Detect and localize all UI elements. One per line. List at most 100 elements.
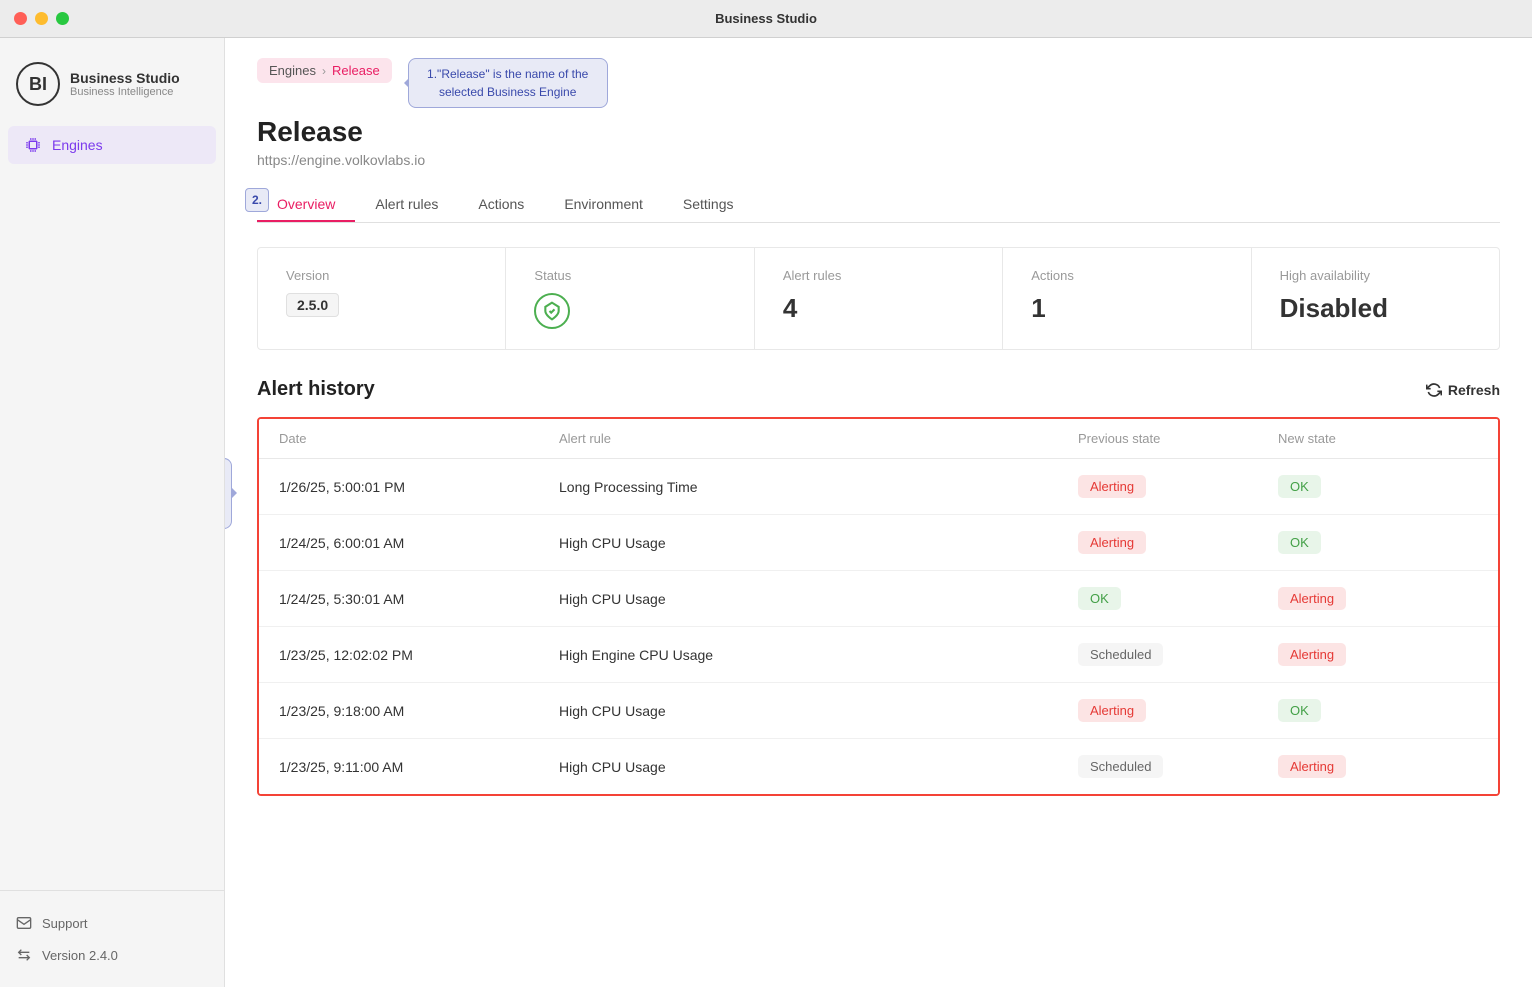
cell-new-state: Alerting [1278, 755, 1478, 778]
cell-previous-state: Alerting [1078, 531, 1278, 554]
chip-icon [24, 136, 42, 154]
badge-ok: OK [1278, 475, 1321, 498]
cell-date: 1/23/25, 9:11:00 AM [279, 759, 559, 775]
tab-overview[interactable]: Overview [257, 188, 355, 222]
cell-alert-rule: High CPU Usage [559, 703, 1078, 719]
stats-row: Version 2.5.0 Status Alert rules 4 Actio… [257, 247, 1500, 350]
maximize-button[interactable] [56, 12, 69, 25]
stat-status-label: Status [534, 268, 725, 283]
cell-previous-state: Scheduled [1078, 643, 1278, 666]
cell-new-state: Alerting [1278, 587, 1478, 610]
badge-scheduled: Scheduled [1078, 643, 1163, 666]
close-button[interactable] [14, 12, 27, 25]
cell-date: 1/23/25, 9:18:00 AM [279, 703, 559, 719]
col-previous-state: Previous state [1078, 431, 1278, 446]
support-label: Support [42, 916, 88, 931]
cell-previous-state: Scheduled [1078, 755, 1278, 778]
stat-actions-label: Actions [1031, 268, 1222, 283]
cell-date: 1/23/25, 12:02:02 PM [279, 647, 559, 663]
refresh-label: Refresh [1448, 382, 1500, 398]
cell-new-state: OK [1278, 699, 1478, 722]
stat-alert-rules-label: Alert rules [783, 268, 974, 283]
alert-table: Date Alert rule Previous state New state… [257, 417, 1500, 796]
annotation-3: 3.Alert history for all alert rules of t… [225, 458, 232, 529]
stat-version: Version 2.5.0 [258, 248, 506, 349]
cell-new-state: Alerting [1278, 643, 1478, 666]
logo-text: Business Studio Business Intelligence [70, 70, 180, 98]
sidebar-footer: Support Version 2.4.0 [0, 890, 224, 987]
tooltip-bubble: 1."Release" is the name of the selected … [408, 58, 608, 108]
status-ok-icon [534, 293, 570, 329]
breadcrumb: Engines › Release [257, 58, 392, 83]
sidebar: BI Business Studio Business Intelligence… [0, 38, 225, 987]
version-label: Version 2.4.0 [42, 948, 118, 963]
table-row: 1/24/25, 5:30:01 AM High CPU Usage OK Al… [259, 571, 1498, 627]
cell-alert-rule: High CPU Usage [559, 759, 1078, 775]
cell-alert-rule: High CPU Usage [559, 591, 1078, 607]
alert-history-section: 3.Alert history for all alert rules of t… [257, 378, 1500, 796]
tab-alert-rules[interactable]: Alert rules [355, 188, 458, 222]
stat-high-availability: High availability Disabled [1252, 248, 1499, 349]
cell-date: 1/24/25, 5:30:01 AM [279, 591, 559, 607]
stat-status: Status [506, 248, 754, 349]
page-title: Release [257, 116, 1500, 148]
badge-ok: OK [1278, 699, 1321, 722]
badge-alerting: Alerting [1278, 643, 1346, 666]
arrows-icon [16, 947, 32, 963]
cell-alert-rule: High Engine CPU Usage [559, 647, 1078, 663]
refresh-icon [1426, 382, 1442, 398]
badge-alerting: Alerting [1078, 699, 1146, 722]
sidebar-logo: BI Business Studio Business Intelligence [0, 54, 224, 126]
breadcrumb-separator: › [322, 64, 326, 78]
table-row: 1/26/25, 5:00:01 PM Long Processing Time… [259, 459, 1498, 515]
table-row: 1/23/25, 9:18:00 AM High CPU Usage Alert… [259, 683, 1498, 739]
alert-history-title: Alert history [257, 378, 375, 401]
logo-subtitle: Business Intelligence [70, 86, 180, 98]
tab-settings[interactable]: Settings [663, 188, 754, 222]
cell-previous-state: Alerting [1078, 475, 1278, 498]
tab-actions[interactable]: Actions [458, 188, 544, 222]
email-icon [16, 915, 32, 931]
col-date: Date [279, 431, 559, 446]
window-controls[interactable] [14, 12, 69, 25]
refresh-button[interactable]: Refresh [1426, 382, 1500, 398]
breadcrumb-parent[interactable]: Engines [269, 63, 316, 78]
stat-ha-label: High availability [1280, 268, 1471, 283]
badge-alerting: Alerting [1278, 587, 1346, 610]
table-header: Date Alert rule Previous state New state [259, 419, 1498, 459]
logo-name: Business Studio [70, 70, 180, 86]
support-link[interactable]: Support [16, 907, 208, 939]
breadcrumb-current: Release [332, 63, 380, 78]
badge-alerting: Alerting [1078, 475, 1146, 498]
version-info: Version 2.4.0 [16, 939, 208, 971]
stat-actions: Actions 1 [1003, 248, 1251, 349]
main-content: Engines › Release 1."Release" is the nam… [225, 38, 1532, 987]
badge-ok: OK [1078, 587, 1121, 610]
breadcrumb-row: Engines › Release 1."Release" is the nam… [257, 58, 1500, 108]
cell-alert-rule: High CPU Usage [559, 535, 1078, 551]
col-new-state: New state [1278, 431, 1478, 446]
stat-alert-rules-value: 4 [783, 293, 974, 324]
minimize-button[interactable] [35, 12, 48, 25]
stat-version-value: 2.5.0 [286, 293, 339, 317]
stat-version-label: Version [286, 268, 477, 283]
section-header: Alert history Refresh [257, 378, 1500, 401]
cell-date: 1/24/25, 6:00:01 AM [279, 535, 559, 551]
table-row: 1/23/25, 9:11:00 AM High CPU Usage Sched… [259, 739, 1498, 794]
cell-new-state: OK [1278, 475, 1478, 498]
tabs-row: Overview Alert rules Actions Environment… [257, 188, 1500, 223]
page-url: https://engine.volkovlabs.io [257, 152, 1500, 168]
logo-icon: BI [16, 62, 60, 106]
col-alert-rule: Alert rule [559, 431, 1078, 446]
sidebar-item-engines[interactable]: Engines [8, 126, 216, 164]
cell-alert-rule: Long Processing Time [559, 479, 1078, 495]
stat-ha-value: Disabled [1280, 293, 1471, 324]
badge-alerting: Alerting [1078, 531, 1146, 554]
stat-actions-value: 1 [1031, 293, 1222, 324]
badge-ok: OK [1278, 531, 1321, 554]
cell-date: 1/26/25, 5:00:01 PM [279, 479, 559, 495]
table-row: 1/24/25, 6:00:01 AM High CPU Usage Alert… [259, 515, 1498, 571]
sidebar-item-engines-label: Engines [52, 137, 103, 153]
tab-environment[interactable]: Environment [544, 188, 663, 222]
table-row: 1/23/25, 12:02:02 PM High Engine CPU Usa… [259, 627, 1498, 683]
